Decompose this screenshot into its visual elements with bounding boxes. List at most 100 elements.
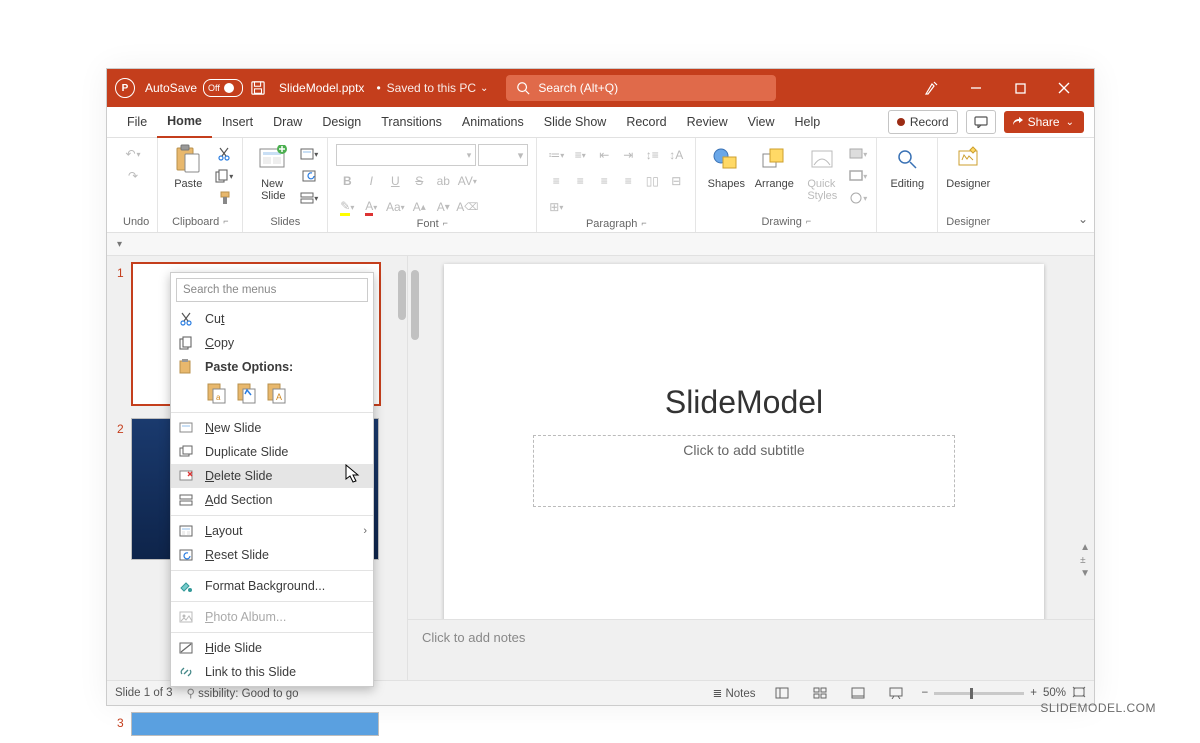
shadow-button[interactable]: ab [432,170,454,192]
paste-button[interactable]: Paste [166,142,210,190]
view-slideshow-icon[interactable] [884,684,908,702]
collapse-ribbon-icon[interactable]: ⌄ [1078,212,1088,226]
search-box[interactable]: Search (Alt+Q) [506,75,776,101]
tab-animations[interactable]: Animations [452,107,534,137]
menu-copy[interactable]: Copy [171,331,373,355]
tab-home[interactable]: Home [157,106,212,138]
menu-search-input[interactable]: Search the menus [176,278,368,302]
tab-review[interactable]: Review [677,107,738,137]
columns-button[interactable]: ▯▯ [641,170,663,192]
dialog-launcher-icon[interactable]: ⌐ [443,218,448,230]
dialog-launcher-icon[interactable]: ⌐ [223,216,228,228]
indent-inc-button[interactable]: ⇥ [617,144,639,166]
thumb-scrollbar[interactable] [395,258,407,682]
zoom-in-icon[interactable]: + [1030,687,1037,699]
editing-button[interactable]: Editing [885,142,929,190]
paste-option-dest-theme[interactable]: a [205,381,229,405]
bold-button[interactable]: B [336,170,358,192]
menu-delete-slide[interactable]: Delete Slide [171,464,373,488]
nav-arrows[interactable]: ▲±▼ [1080,542,1090,579]
zoom-out-icon[interactable]: − [922,687,929,699]
reset-button[interactable] [299,166,319,186]
close-button[interactable] [1042,69,1086,107]
underline-button[interactable]: U [384,170,406,192]
text-direction-button[interactable]: ↕A [665,144,687,166]
zoom-control[interactable]: − + 50% [922,686,1086,701]
quick-styles-button[interactable]: Quick Styles [800,142,844,202]
align-right-button[interactable]: ≡ [593,170,615,192]
save-status-caret-icon[interactable]: ⌄ [480,83,488,94]
menu-reset-slide[interactable]: Reset Slide [171,543,373,567]
menu-new-slide[interactable]: New Slide [171,416,373,440]
menu-hide-slide[interactable]: Hide Slide [171,636,373,660]
grow-font-button[interactable]: A▴ [408,196,430,218]
fit-window-icon[interactable] [1072,686,1086,701]
copy-button[interactable]: ▾ [214,166,234,186]
section-button[interactable]: ▾ [299,188,319,208]
save-icon[interactable] [251,80,267,96]
indent-dec-button[interactable]: ⇤ [593,144,615,166]
ink-icon[interactable] [910,69,954,107]
tab-help[interactable]: Help [784,107,830,137]
tab-draw[interactable]: Draw [263,107,312,137]
tab-slideshow[interactable]: Slide Show [534,107,617,137]
shape-fill-button[interactable]: ▾ [848,144,868,164]
maximize-button[interactable] [998,69,1042,107]
slide-canvas[interactable]: SlideModel Click to add subtitle [444,264,1044,619]
menu-cut[interactable]: Cut [171,307,373,331]
font-color-button[interactable]: A▾ [360,196,382,218]
font-name-combo[interactable]: ▾ [336,144,476,166]
autosave-toggle[interactable]: Off [203,79,243,97]
menu-layout[interactable]: Layout › [171,519,373,543]
bullets-button[interactable]: ≔▾ [545,144,567,166]
menu-duplicate-slide[interactable]: Duplicate Slide [171,440,373,464]
share-button[interactable]: Share⌄ [1004,111,1084,133]
format-painter-button[interactable] [214,188,234,208]
view-sorter-icon[interactable] [808,684,832,702]
zoom-percent[interactable]: 50% [1043,687,1066,699]
designer-button[interactable]: Designer [946,142,990,190]
shape-effects-button[interactable]: ▾ [848,188,868,208]
slide-thumb[interactable]: 3 [107,706,407,742]
highlight-button[interactable]: ✎▾ [336,196,358,218]
redo-button[interactable]: ↷ [123,166,143,186]
menu-add-section[interactable]: Add Section [171,488,373,512]
convert-smartart-button[interactable]: ⊞▾ [545,196,567,218]
strike-button[interactable]: S [408,170,430,192]
align-left-button[interactable]: ≡ [545,170,567,192]
tab-design[interactable]: Design [312,107,371,137]
dialog-launcher-icon[interactable]: ⌐ [806,216,811,228]
menu-format-background[interactable]: Format Background... [171,574,373,598]
line-spacing-button[interactable]: ↕≡ [641,144,663,166]
shrink-font-button[interactable]: A▾ [432,196,454,218]
paste-option-keep-source[interactable] [235,381,259,405]
tab-transitions[interactable]: Transitions [371,107,452,137]
zoom-slider[interactable] [934,692,1024,695]
notes-pane[interactable]: Click to add notes [408,619,1094,680]
change-case-button[interactable]: Aa▾ [384,196,406,218]
clear-format-button[interactable]: A⌫ [456,196,478,218]
tab-file[interactable]: File [117,107,157,137]
undo-button[interactable]: ↶▾ [123,144,143,164]
dialog-launcher-icon[interactable]: ⌐ [641,218,646,230]
layout-button[interactable]: ▾ [299,144,319,164]
slide-scrollbar[interactable] [410,258,422,340]
tab-view[interactable]: View [738,107,785,137]
qab-customize-icon[interactable]: ▾ [117,239,122,250]
view-normal-icon[interactable] [770,684,794,702]
new-slide-button[interactable]: New Slide [251,142,295,202]
notes-toggle[interactable]: ≣ Notes [713,686,756,700]
font-size-combo[interactable]: ▾ [478,144,528,166]
minimize-button[interactable] [954,69,998,107]
comments-button[interactable] [966,110,996,134]
tab-insert[interactable]: Insert [212,107,263,137]
arrange-button[interactable]: Arrange [752,142,796,190]
shape-outline-button[interactable]: ▾ [848,166,868,186]
cut-button[interactable] [214,144,234,164]
justify-button[interactable]: ≡ [617,170,639,192]
record-button[interactable]: Record [888,110,958,134]
spacing-button[interactable]: AV▾ [456,170,478,192]
paste-option-picture[interactable]: A [265,381,289,405]
slide-subtitle-placeholder[interactable]: Click to add subtitle [533,435,955,507]
shapes-button[interactable]: Shapes [704,142,748,190]
